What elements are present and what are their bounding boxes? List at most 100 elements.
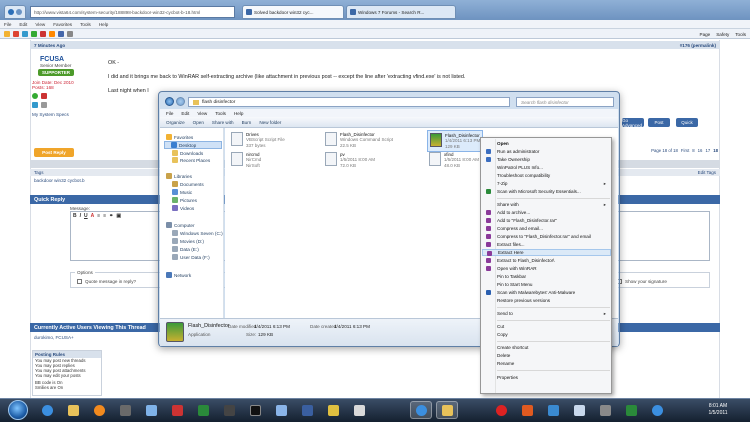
file-item[interactable]: nircmd NirCmd NirSoft <box>231 152 261 168</box>
menu-help[interactable]: Help <box>99 22 108 27</box>
nav-recent-places[interactable]: Recent Places <box>172 157 210 163</box>
organize-button[interactable]: Organize <box>166 120 185 125</box>
burn-button[interactable]: Burn <box>242 120 252 125</box>
site-shortcut-icon[interactable] <box>31 30 37 37</box>
share-with-button[interactable]: Share with <box>212 120 234 125</box>
ctx-pin-start[interactable]: Pin to Start Menu <box>482 281 611 288</box>
taskbar-app[interactable] <box>568 401 590 419</box>
nav-favorites[interactable]: Favorites <box>166 134 193 140</box>
ctx-scan-mse[interactable]: Scan with Microsoft Security Essentials.… <box>482 188 611 195</box>
ctx-share-with[interactable]: Share with ▸ <box>482 201 611 208</box>
taskbar-app[interactable] <box>322 401 344 419</box>
site-shortcut-icon[interactable] <box>40 30 46 37</box>
ctx-extract-here[interactable]: Extract Here <box>482 249 611 256</box>
ctx-scan-malwarebytes[interactable]: Scan with Malwarebytes' Anti-Malware <box>482 289 611 296</box>
menu-favorites[interactable]: Favorites <box>53 22 72 27</box>
tag-link[interactable]: backdoor win32 cycbot.b <box>34 178 85 183</box>
ctx-open-with-winrar[interactable]: Open with WinRAR <box>482 265 611 272</box>
menu-view[interactable]: View <box>35 22 45 27</box>
ctx-add-to-archive[interactable]: Add to archive... <box>482 209 611 216</box>
ctx-copy[interactable]: Copy <box>482 331 611 338</box>
taskbar-ie-active[interactable] <box>410 401 432 419</box>
bookmark-icon[interactable] <box>13 30 19 37</box>
ctx-run-as-admin[interactable]: Run as administrator <box>482 148 611 155</box>
taskbar-app[interactable] <box>620 401 642 419</box>
taskbar-app[interactable] <box>348 401 370 419</box>
explorer-search-input[interactable]: Search flash disinfector <box>516 97 614 107</box>
ctx-extract-files[interactable]: Extract files... <box>482 241 611 248</box>
pager-page[interactable]: 8 <box>692 148 694 153</box>
post-reply-button[interactable]: Post Reply <box>34 148 74 157</box>
ctx-compress-email[interactable]: Compress and email... <box>482 225 611 232</box>
ctx-properties[interactable]: Properties <box>482 374 611 381</box>
taskbar-app[interactable] <box>114 401 136 419</box>
nav-pictures[interactable]: Pictures <box>172 197 197 203</box>
start-button[interactable] <box>8 400 28 420</box>
taskbar-media-player[interactable] <box>88 401 110 419</box>
ctx-rename[interactable]: Rename <box>482 360 611 367</box>
ctx-delete[interactable]: Delete <box>482 352 611 359</box>
file-item[interactable]: xfind 1/5/2011 8:00 AM 48.0 KB <box>429 152 479 168</box>
system-tray-clock[interactable]: 8:01 AM 1/5/2011 <box>686 400 750 420</box>
ex-menu-tools[interactable]: Tools <box>215 111 226 116</box>
system-specs-link[interactable]: My System Specs <box>32 112 102 117</box>
taskbar-app[interactable] <box>192 401 214 419</box>
nav-drive-c[interactable]: Windows Seven (C:) <box>172 230 223 236</box>
nav-desktop[interactable]: Desktop <box>164 141 222 149</box>
ctx-compress-rar-email[interactable]: Compress to "Flash_Disinfector.rar" and … <box>482 233 611 240</box>
address-url[interactable]: http://www.vista64.com/system-security/1… <box>34 10 200 15</box>
ctx-restore-versions[interactable]: Restore previous versions <box>482 297 611 304</box>
file-item[interactable]: Flash_Disinfector Windows Command Script… <box>325 132 393 148</box>
underline-icon[interactable]: U <box>84 213 88 219</box>
ctx-pin-taskbar[interactable]: Pin to Taskbar <box>482 273 611 280</box>
ctx-cut[interactable]: Cut <box>482 323 611 330</box>
taskbar-app[interactable] <box>140 401 162 419</box>
taskbar-app[interactable] <box>296 401 318 419</box>
pager-page[interactable]: 16 <box>698 148 703 153</box>
taskbar-ie[interactable] <box>36 401 58 419</box>
page-menu[interactable]: Page <box>700 32 711 37</box>
align-left-icon[interactable]: ≡ <box>97 213 100 219</box>
active-users-list[interactable]: durokimo, FCUSA+ <box>34 335 74 340</box>
nav-libraries[interactable]: Libraries <box>166 173 192 179</box>
tab-solved-backdoor[interactable]: Solved backdoor win32 cyc... <box>242 5 344 19</box>
file-item[interactable]: Drives VBScript Script File 337 bytes <box>231 132 285 148</box>
ctx-create-shortcut[interactable]: Create shortcut <box>482 344 611 351</box>
align-center-icon[interactable]: ≡ <box>103 213 106 219</box>
taskbar-app[interactable] <box>270 401 292 419</box>
taskbar-opera[interactable] <box>490 401 512 419</box>
quote-icon[interactable] <box>41 102 47 108</box>
taskbar-ie-pinned[interactable] <box>646 401 668 419</box>
ctx-open[interactable]: Open <box>482 140 611 147</box>
edit-tags-link[interactable]: Edit Tags <box>698 170 716 175</box>
nav-computer[interactable]: Computer <box>166 222 195 228</box>
back-icon[interactable] <box>8 9 14 15</box>
forward-icon[interactable] <box>176 97 185 106</box>
pager-first[interactable]: First <box>681 148 689 153</box>
link-icon[interactable]: ⚭ <box>109 213 113 219</box>
site-shortcut-icon[interactable] <box>49 30 55 37</box>
ex-menu-view[interactable]: View <box>197 111 207 116</box>
address-bar[interactable]: http://www.vista64.com/system-security/1… <box>30 6 235 18</box>
bold-icon[interactable]: B <box>73 213 77 219</box>
pager-current[interactable]: 18 <box>713 148 718 153</box>
ctx-winpatrol-info[interactable]: WinPatrol PLUS Info... <box>482 164 611 171</box>
font-color-icon[interactable]: A <box>91 213 95 219</box>
explorer-address-bar[interactable]: flash disinfector <box>188 97 510 107</box>
taskbar-explorer[interactable] <box>62 401 84 419</box>
site-shortcut-icon[interactable] <box>22 30 28 37</box>
safety-menu[interactable]: Safety <box>716 32 729 37</box>
site-shortcut-icon[interactable] <box>67 30 73 37</box>
taskbar-explorer-active[interactable] <box>436 401 458 419</box>
menu-edit[interactable]: Edit <box>19 22 27 27</box>
nav-downloads[interactable]: Downloads <box>172 150 203 156</box>
ctx-troubleshoot[interactable]: Troubleshoot compatibility <box>482 172 611 179</box>
back-icon[interactable] <box>165 97 174 106</box>
taskbar-app[interactable] <box>166 401 188 419</box>
ex-menu-help[interactable]: Help <box>234 111 243 116</box>
ex-menu-edit[interactable]: Edit <box>181 111 189 116</box>
tab-windows7-forums[interactable]: Windows 7 Forums - Search R... <box>346 5 456 19</box>
nav-drive-e[interactable]: Data (E:) <box>172 246 199 252</box>
explorer-path[interactable]: flash disinfector <box>202 100 235 105</box>
ctx-7zip[interactable]: 7-Zip ▸ <box>482 180 611 187</box>
